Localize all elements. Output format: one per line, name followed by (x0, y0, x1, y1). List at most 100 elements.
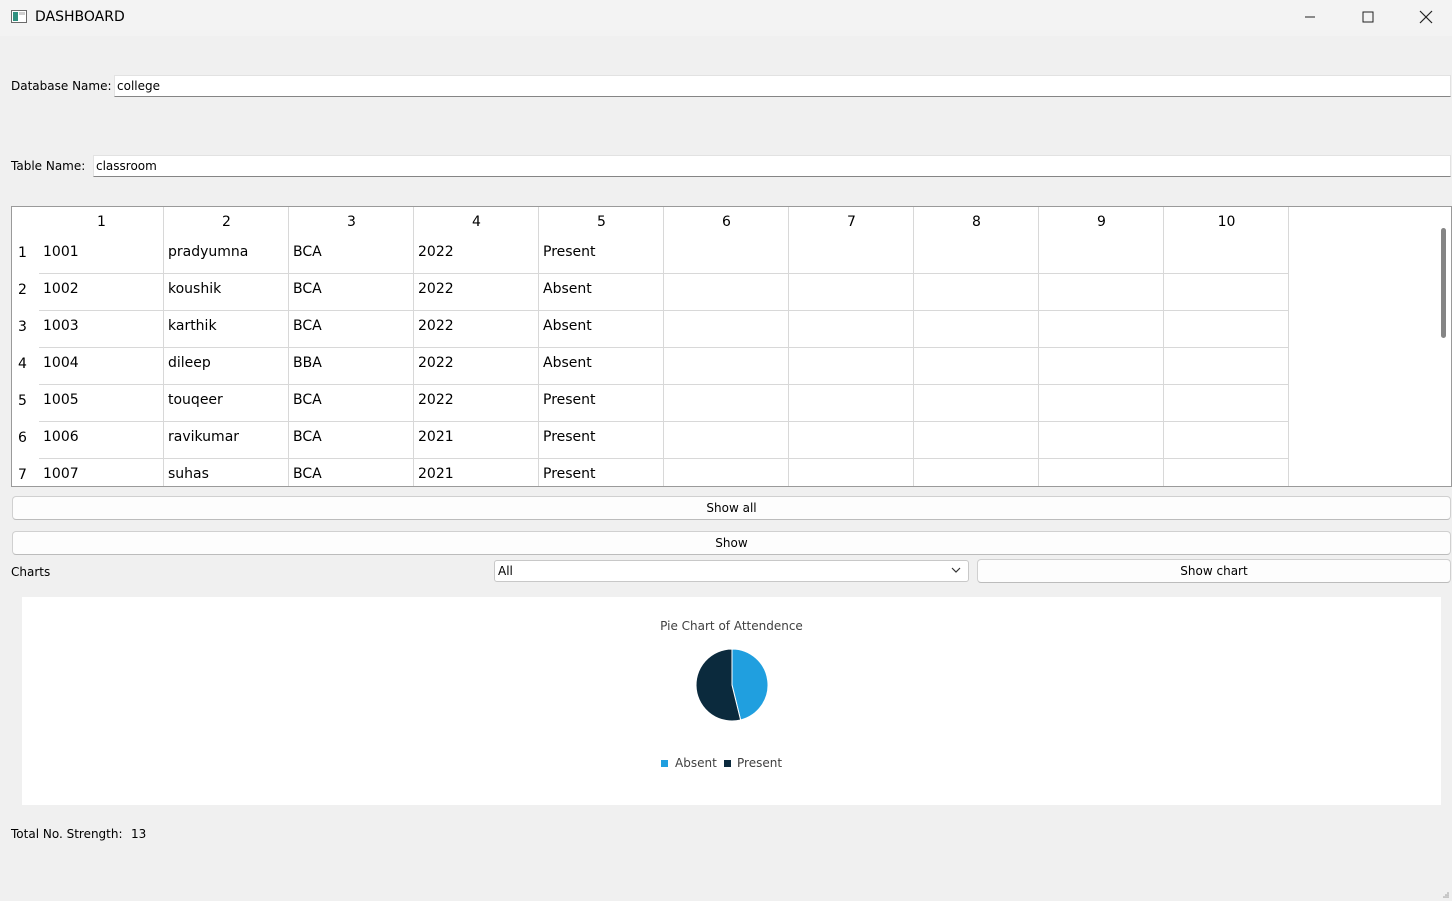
table-cell[interactable]: Present (539, 237, 664, 274)
column-header[interactable]: 10 (1164, 207, 1289, 237)
show-chart-button[interactable]: Show chart (977, 559, 1451, 583)
table-cell[interactable] (914, 237, 1039, 274)
database-name-field[interactable]: college (114, 75, 1451, 97)
scrollbar-thumb[interactable] (1441, 228, 1446, 338)
table-cell[interactable]: 2022 (414, 385, 539, 422)
table-cell[interactable] (789, 348, 914, 385)
table-cell[interactable]: pradyumna (164, 237, 289, 274)
show-all-button[interactable]: Show all (12, 496, 1451, 520)
table-cell[interactable] (664, 348, 789, 385)
table-cell[interactable]: Present (539, 459, 664, 486)
row-header[interactable]: 3 (12, 319, 39, 335)
table-cell[interactable]: 2022 (414, 311, 539, 348)
column-header[interactable]: 5 (539, 207, 664, 237)
table-cell[interactable]: Present (539, 422, 664, 459)
table-cell[interactable]: Absent (539, 311, 664, 348)
table-cell[interactable]: 1004 (39, 348, 164, 385)
table-cell[interactable] (664, 311, 789, 348)
table-cell[interactable]: 1007 (39, 459, 164, 486)
table-cell[interactable] (1039, 311, 1164, 348)
table-cell[interactable] (664, 459, 789, 486)
table-cell[interactable] (789, 385, 914, 422)
column-header[interactable]: 3 (289, 207, 414, 237)
table-cell[interactable] (1164, 237, 1289, 274)
table-cell[interactable] (1164, 274, 1289, 311)
table-cell[interactable] (789, 459, 914, 486)
table-cell[interactable]: ravikumar (164, 422, 289, 459)
row-header[interactable]: 2 (12, 282, 39, 298)
table-cell[interactable]: 2021 (414, 459, 539, 486)
maximize-button[interactable] (1339, 0, 1397, 34)
table-cell[interactable] (1039, 385, 1164, 422)
table-cell[interactable] (914, 274, 1039, 311)
row-header[interactable]: 1 (12, 245, 39, 261)
table-cell[interactable]: 2021 (414, 422, 539, 459)
table-cell[interactable]: 1006 (39, 422, 164, 459)
table-name-field[interactable]: classroom (93, 155, 1451, 177)
table-cell[interactable]: Absent (539, 348, 664, 385)
column-header[interactable]: 2 (164, 207, 289, 237)
column-header[interactable]: 7 (789, 207, 914, 237)
table-cell[interactable]: 1005 (39, 385, 164, 422)
table-cell[interactable] (914, 422, 1039, 459)
table-cell[interactable]: Absent (539, 274, 664, 311)
resize-grip-icon[interactable] (1442, 891, 1450, 899)
table-cell[interactable] (789, 237, 914, 274)
table-cell[interactable] (789, 311, 914, 348)
table-cell[interactable]: BCA (289, 237, 414, 274)
table-cell[interactable] (664, 237, 789, 274)
table-cell[interactable] (1164, 422, 1289, 459)
table-cell[interactable]: BCA (289, 422, 414, 459)
table-cell[interactable]: 2022 (414, 274, 539, 311)
data-table[interactable]: 1 2 3 4 5 6 7 8 9 10 1 1001 pradyumna BCA 2022 Present 2… (11, 206, 1452, 487)
table-cell[interactable]: touqeer (164, 385, 289, 422)
table-cell[interactable] (914, 311, 1039, 348)
column-header[interactable]: 9 (1039, 207, 1164, 237)
table-cell[interactable] (1039, 274, 1164, 311)
table-cell[interactable]: 1002 (39, 274, 164, 311)
table-cell[interactable] (664, 422, 789, 459)
table-cell[interactable] (914, 385, 1039, 422)
table-cell[interactable]: BBA (289, 348, 414, 385)
column-header[interactable]: 4 (414, 207, 539, 237)
column-header[interactable]: 6 (664, 207, 789, 237)
minimize-button[interactable] (1281, 0, 1339, 34)
table-cell[interactable] (1164, 311, 1289, 348)
table-cell[interactable]: BCA (289, 385, 414, 422)
row-header[interactable]: 6 (12, 430, 39, 446)
chart-filter-select[interactable]: All (494, 560, 969, 582)
column-header[interactable]: 1 (39, 207, 164, 237)
table-cell[interactable] (1164, 459, 1289, 486)
table-cell[interactable]: 2022 (414, 348, 539, 385)
table-cell[interactable] (1039, 348, 1164, 385)
table-cell[interactable] (664, 385, 789, 422)
table-scrollbar[interactable] (1434, 207, 1451, 486)
table-cell[interactable] (1039, 237, 1164, 274)
table-cell[interactable]: karthik (164, 311, 289, 348)
table-cell[interactable]: 2022 (414, 237, 539, 274)
table-cell[interactable]: Present (539, 385, 664, 422)
row-header[interactable]: 4 (12, 356, 39, 372)
table-cell[interactable] (789, 274, 914, 311)
table-cell[interactable] (914, 348, 1039, 385)
show-button[interactable]: Show (12, 531, 1451, 555)
table-cell[interactable] (664, 274, 789, 311)
table-cell[interactable]: BCA (289, 274, 414, 311)
table-cell[interactable] (1039, 422, 1164, 459)
table-cell[interactable]: suhas (164, 459, 289, 486)
close-button[interactable] (1397, 0, 1452, 34)
table-cell[interactable]: dileep (164, 348, 289, 385)
table-cell[interactable] (1164, 348, 1289, 385)
table-cell[interactable] (1164, 385, 1289, 422)
table-cell[interactable]: 1001 (39, 237, 164, 274)
table-cell[interactable]: koushik (164, 274, 289, 311)
table-cell[interactable] (789, 422, 914, 459)
row-header[interactable]: 5 (12, 393, 39, 409)
table-cell[interactable] (914, 459, 1039, 486)
table-cell[interactable]: 1003 (39, 311, 164, 348)
row-header[interactable]: 7 (12, 467, 39, 483)
column-header[interactable]: 8 (914, 207, 1039, 237)
table-cell[interactable]: BCA (289, 459, 414, 486)
table-cell[interactable] (1039, 459, 1164, 486)
table-cell[interactable]: BCA (289, 311, 414, 348)
